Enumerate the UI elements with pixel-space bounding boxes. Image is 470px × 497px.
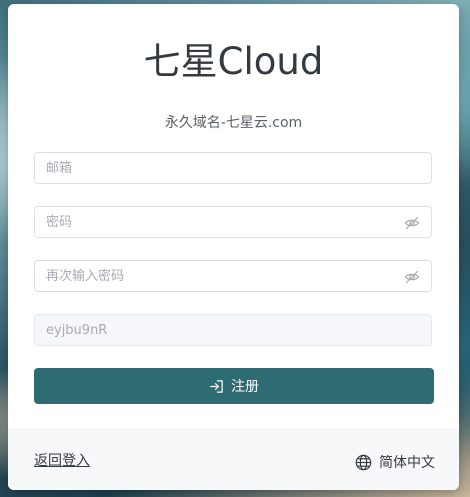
page-title: 七星Cloud [143,40,324,83]
language-label: 简体中文 [379,455,435,471]
register-button-label: 注册 [231,379,259,395]
eye-off-icon[interactable] [404,215,420,231]
eye-off-icon[interactable] [404,269,420,285]
card-footer: 返回登入 简体中文 [8,428,459,490]
invite-code-input [46,315,386,345]
password-confirm-input[interactable] [46,261,386,291]
email-input[interactable] [46,153,386,183]
register-button[interactable]: 注册 [34,368,434,404]
email-field[interactable] [34,152,432,184]
register-card: 七星Cloud 永久域名-七星云.com 邮箱 eyjbu9nR 注册 返回登入… [8,4,459,490]
password-confirm-field[interactable] [34,260,432,292]
invite-code-field [34,314,432,346]
domain-subtitle: 永久域名-七星云.com [164,115,303,131]
login-icon [210,379,223,393]
globe-icon [355,454,372,470]
password-input[interactable] [46,207,386,237]
password-field[interactable] [34,206,432,238]
back-to-login-link[interactable]: 返回登入 [34,450,90,470]
language-switcher[interactable]: 简体中文 [355,452,435,472]
